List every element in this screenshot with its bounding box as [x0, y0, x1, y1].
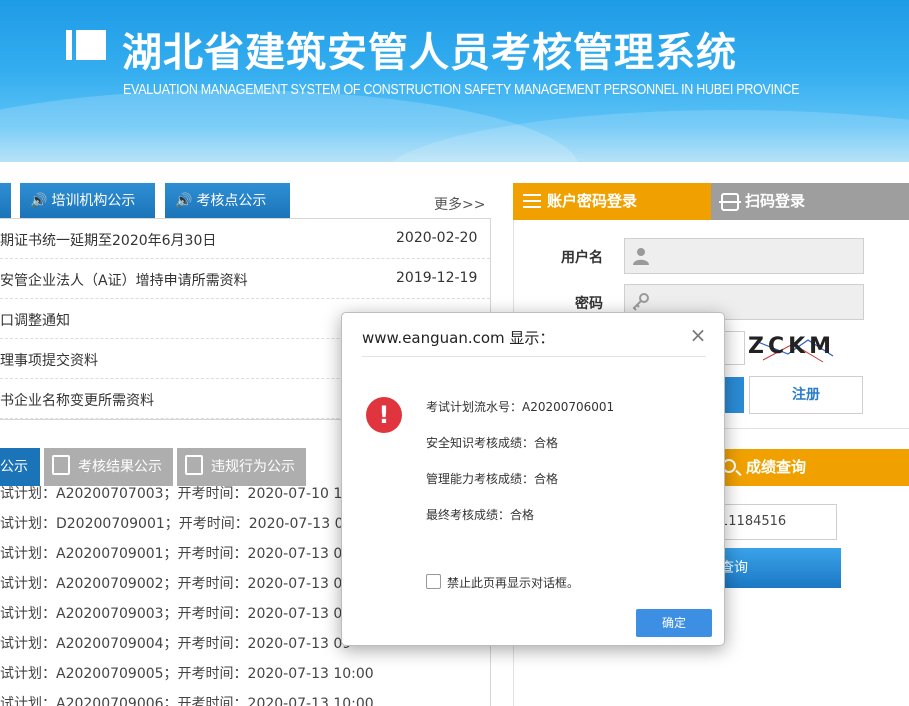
list-item[interactable]: 考试计划：A20200709001；开考时间：2020-07-13 09 — [0, 543, 351, 563]
more-link[interactable]: 更多>> — [434, 194, 485, 214]
user-icon — [631, 246, 651, 266]
tab-label: 考核结果公示 — [78, 459, 162, 475]
tab-training-institutions[interactable]: 🔊 培训机构公示 — [20, 183, 155, 219]
key-icon — [631, 292, 651, 312]
username-field[interactable] — [624, 238, 864, 274]
tab-label: 账户密码登录 — [547, 192, 638, 210]
ok-button[interactable]: 确定 — [636, 609, 712, 637]
dialog-message-line: 管理能力考核成绩：合格 — [426, 472, 559, 486]
book-icon — [52, 455, 70, 475]
tab-exam-results[interactable]: 考核结果公示 — [44, 448, 173, 486]
divider — [362, 356, 706, 357]
list-item[interactable]: 考试计划：A20200709006；开考时间：2020-07-13 10:00 — [0, 693, 374, 706]
site-subtitle: EVALUATION MANAGEMENT SYSTEM OF CONSTRUC… — [123, 82, 800, 98]
dialog-message-line: 安全知识考核成绩：合格 — [426, 436, 559, 450]
list-item[interactable]: 考试计划：A20200709002；开考时间：2020-07-13 09 — [0, 573, 351, 593]
register-button[interactable]: 注册 — [749, 376, 863, 414]
username-label: 用户名 — [561, 250, 603, 266]
speaker-icon: 🔊 — [30, 193, 48, 209]
header-banner: 湖北省建筑安管人员考核管理系统 EVALUATION MANAGEMENT SY… — [0, 0, 909, 162]
suppress-dialogs-label[interactable]: 禁止此页再显示对话框。 — [447, 574, 579, 591]
logo-icon — [66, 30, 108, 60]
tab-label: 扫码登录 — [745, 192, 806, 210]
tab-exam-sites[interactable]: 🔊 考核点公示 — [165, 183, 290, 219]
captcha-image[interactable]: ZCKM — [748, 334, 838, 366]
speaker-icon: 🔊 — [175, 193, 193, 209]
captcha-text: ZCKM — [748, 334, 836, 359]
menu-icon — [523, 194, 541, 208]
tab-scan-login[interactable]: 扫码登录 — [711, 183, 909, 220]
tab-label: 划公示 — [0, 459, 28, 475]
list-item[interactable]: 考试计划：A20200709005；开考时间：2020-07-13 10:00 — [0, 663, 374, 683]
tab-password-login[interactable]: 账户密码登录 — [513, 183, 711, 220]
password-label: 密码 — [575, 296, 603, 312]
alert-dialog: www.eanguan.com 显示： × ! 考试计划流水号：A2020070… — [341, 312, 725, 646]
tab-violations[interactable]: 违规行为公示 — [177, 448, 306, 486]
dialog-title: www.eanguan.com 显示： — [362, 329, 555, 347]
tab-label: 违规行为公示 — [211, 459, 295, 475]
close-icon[interactable]: × — [688, 325, 708, 345]
tab-notice-partial[interactable] — [0, 183, 11, 219]
list-item[interactable]: 安管企业法人（A证）增持申请所需资料 2019-12-19 — [0, 259, 490, 299]
book-icon — [185, 455, 203, 475]
score-query-header: 成绩查询 — [700, 449, 909, 486]
suppress-dialogs-checkbox[interactable] — [426, 574, 441, 589]
list-item[interactable]: 考试计划：D20200709001；开考时间：2020-07-13 09 — [0, 513, 352, 533]
list-item[interactable]: 考试计划：A20200709003；开考时间：2020-07-13 09 — [0, 603, 351, 623]
scan-icon — [719, 193, 741, 211]
list-item[interactable]: 考试计划：A20200707003；开考时间：2020-07-10 17 — [0, 486, 351, 503]
score-title: 成绩查询 — [746, 458, 807, 476]
list-item[interactable]: 考试计划：A20200709004；开考时间：2020-07-13 09 — [0, 633, 351, 653]
tab-label: 培训机构公示 — [51, 193, 136, 209]
dialog-message-line: 考试计划流水号：A20200706001 — [426, 400, 615, 414]
site-title: 湖北省建筑安管人员考核管理系统 — [122, 30, 737, 76]
warning-icon: ! — [366, 397, 402, 433]
tab-label: 考核点公示 — [196, 193, 267, 209]
tab-exam-plan-notice[interactable]: 划公示 — [0, 448, 40, 486]
list-item[interactable]: 期证书统一延期至2020年6月30日 2020-02-20 — [0, 219, 490, 259]
id-number-value: 11184516 — [720, 514, 787, 529]
dialog-message-line: 最终考核成绩：合格 — [426, 508, 535, 522]
